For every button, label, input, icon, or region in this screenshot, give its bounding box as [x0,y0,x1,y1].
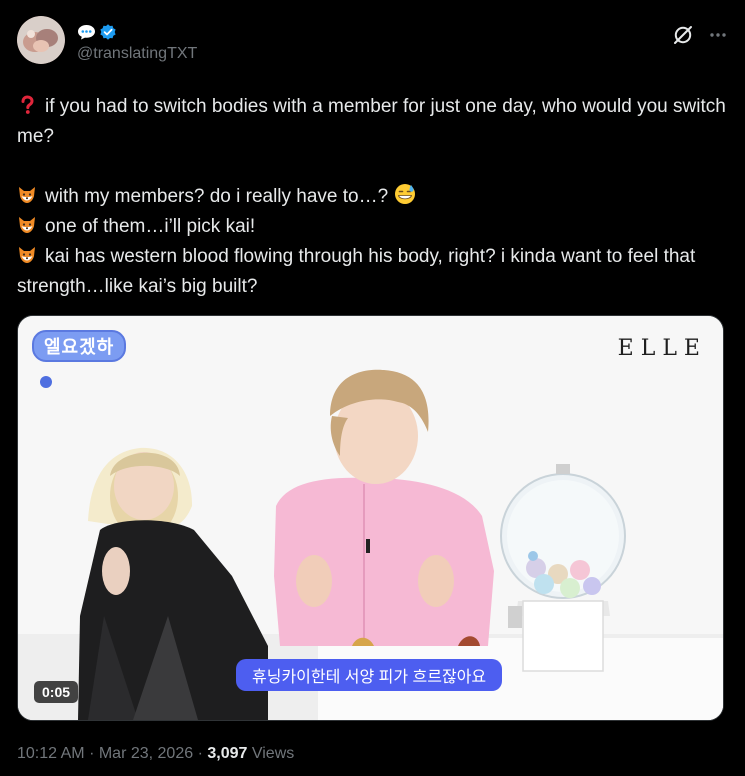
fox-face-icon [17,245,37,265]
views-count[interactable]: 3,097 [207,745,247,762]
tweet-text: if you had to switch bodies with a membe… [17,92,728,302]
separator-dot: · [197,745,203,762]
tweet-header: @translatingTXT [17,16,728,72]
tweet-date[interactable]: Mar 23, 2026 [99,745,193,762]
display-name-row[interactable] [77,22,197,42]
tweet-container: @translatingTXT if you had to switch bod… [0,0,745,776]
user-handle[interactable]: @translatingTXT [77,45,197,63]
tweet-line: one of them…i’ll pick kai! [17,212,728,242]
avatar[interactable] [17,16,65,64]
tweet-line-text: if you had to switch bodies with a membe… [17,96,726,147]
brand-watermark: ELLE [617,336,707,361]
tweet-meta: 10:12 AM · Mar 23, 2026 · 3,097 Views [17,745,294,763]
fox-face-icon [17,215,37,235]
grinning-sweat-icon [394,183,416,204]
user-identity: @translatingTXT [77,22,197,63]
red-question-mark-icon [17,95,37,115]
tweet-line-text: with my members? do i really have to…? [45,186,389,207]
video-player[interactable]: 엘요겠하 ELLE 휴닝카이한테 서양 피가 흐르잖아요 0:05 [17,315,724,721]
views-label: Views [251,745,295,762]
tweet-line-text: kai has western blood flowing through hi… [17,246,696,297]
more-options-icon[interactable] [708,25,728,45]
tweet-line: with my members? do i really have to…? [17,182,728,212]
show-logo: 엘요겠하 [32,330,127,362]
tweet-line: if you had to switch bodies with a membe… [17,92,728,152]
tweet-time[interactable]: 10:12 AM [17,745,85,762]
video-subtitle: 휴닝카이한테 서양 피가 흐르잖아요 [236,659,503,691]
tweet-line-text: one of them…i’ll pick kai! [45,216,256,237]
tweet-line: kai has western blood flowing through hi… [17,242,728,302]
speech-balloon-icon [77,24,96,40]
fox-face-icon [17,185,37,205]
header-actions [672,24,728,46]
separator-dot: · [89,745,95,762]
grok-icon[interactable] [672,24,694,46]
video-duration: 0:05 [34,681,79,703]
verified-badge-icon[interactable] [99,23,117,41]
